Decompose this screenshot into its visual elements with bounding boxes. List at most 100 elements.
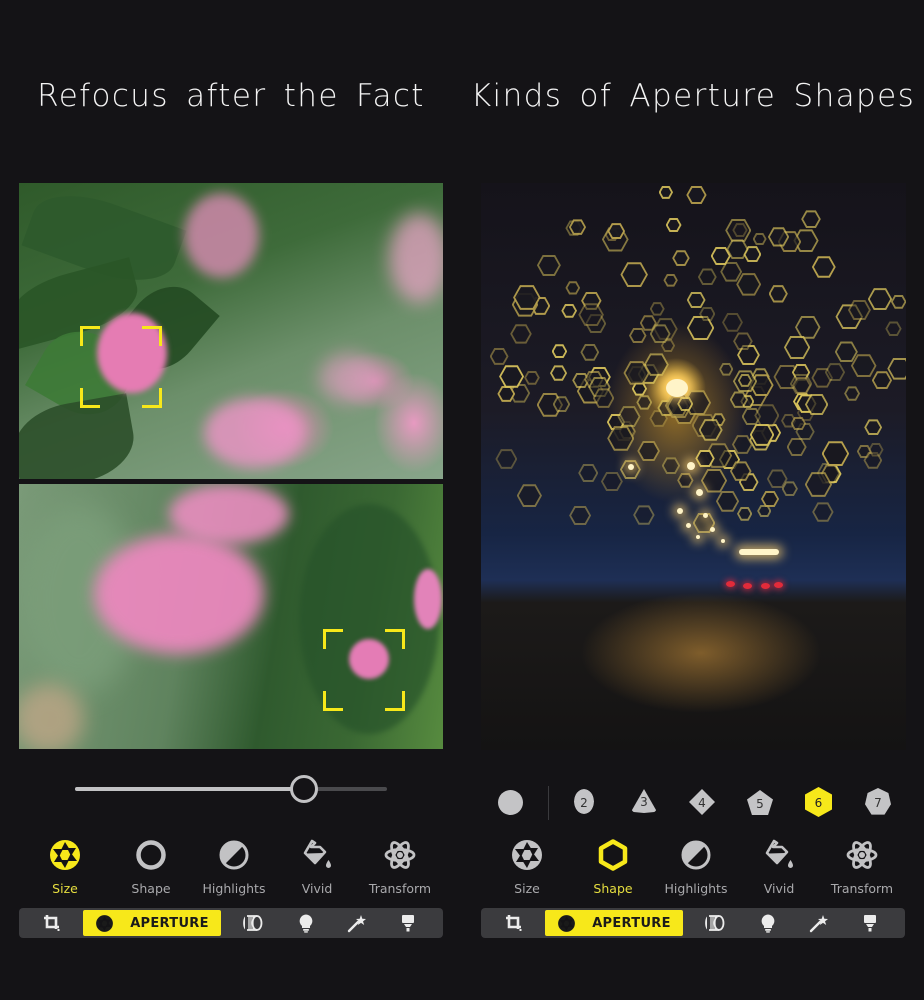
hexagon-bokeh — [600, 471, 623, 492]
lighting-button[interactable] — [753, 908, 783, 938]
hexagon-bokeh — [524, 370, 540, 385]
aperture-tab[interactable]: APERTURE — [83, 910, 221, 936]
shape-option-label: 4 — [698, 796, 706, 810]
taillight — [726, 581, 735, 587]
hexagon-bokeh — [867, 288, 893, 311]
focused-background-photo[interactable] — [19, 484, 443, 749]
tool-label: Highlights — [202, 881, 266, 896]
tool-size[interactable]: Size — [20, 838, 110, 896]
hexagon-bokeh — [736, 273, 762, 296]
tool-label: Highlights — [664, 881, 728, 896]
tool-shape[interactable]: Shape — [568, 838, 658, 896]
tool-highlights[interactable]: Highlights — [651, 838, 741, 896]
tool-transform[interactable]: Transform — [817, 838, 907, 896]
hexagon-bokeh — [850, 354, 877, 378]
pink-flower-cluster — [184, 193, 259, 278]
hexagon-bokeh — [783, 335, 811, 360]
hexagon-bokeh — [549, 365, 568, 381]
blurred-pink-flower — [169, 484, 289, 544]
taillight — [743, 583, 752, 589]
night-road-bokeh-photo[interactable] — [481, 183, 906, 750]
flash-icon — [398, 913, 418, 933]
blurred-pink-flower — [94, 534, 264, 654]
crop-button[interactable] — [37, 908, 67, 938]
hexagon-bokeh — [885, 321, 902, 337]
hexagon-bokeh — [661, 457, 681, 474]
hexagon-bokeh — [580, 343, 600, 361]
aperture-tab[interactable]: APERTURE — [545, 910, 683, 936]
shape-option-4[interactable]: 4 — [689, 789, 715, 815]
flash-button[interactable] — [855, 908, 885, 938]
hexagon-bokeh — [516, 484, 542, 507]
lens-icon — [240, 913, 264, 933]
flash-icon — [860, 913, 880, 933]
slider-thumb[interactable] — [290, 775, 319, 803]
shape-option-3[interactable]: 3 — [631, 789, 657, 813]
bottom-toolbar: APERTURE — [481, 908, 905, 938]
tool-highlights[interactable]: Highlights — [189, 838, 279, 896]
shape-option-7[interactable]: 7 — [865, 788, 891, 815]
hexagon-bokeh — [665, 217, 682, 233]
hexagon-bokeh — [495, 449, 518, 469]
magic-wand-icon — [347, 913, 367, 933]
hexagon-bokeh — [871, 371, 893, 390]
pink-flower — [414, 569, 442, 629]
tool-label: Size — [514, 881, 540, 896]
streetlight — [710, 527, 715, 532]
hexagon-bokeh — [722, 312, 743, 332]
shape-option-label: 5 — [756, 796, 764, 811]
hexagon-bokeh — [736, 506, 753, 521]
aperture-shapes-panel: Kinds of Aperture Shapes 2 3 4 5 6 7 Siz… — [462, 0, 924, 1000]
magic-button[interactable] — [804, 908, 834, 938]
tool-label: Shape — [593, 881, 633, 896]
shape-option-circle[interactable] — [498, 790, 523, 815]
focus-point-brackets[interactable] — [80, 326, 162, 408]
tool-label: Shape — [131, 881, 171, 896]
shape-option-6[interactable]: 6 — [805, 787, 832, 817]
hexagon-bokeh — [658, 185, 674, 199]
lens-button[interactable] — [237, 908, 267, 938]
hexagon-bokeh — [536, 254, 561, 277]
pink-flower-cluster — [204, 398, 304, 468]
hexagon-bokeh — [551, 344, 568, 359]
magic-wand-icon — [809, 913, 829, 933]
lighting-button[interactable] — [291, 908, 321, 938]
flash-button[interactable] — [393, 908, 423, 938]
hexagon-bokeh — [887, 357, 906, 380]
tool-shape[interactable]: Shape — [106, 838, 196, 896]
hexagon-bokeh — [725, 218, 752, 243]
shape-option-5[interactable]: 5 — [747, 790, 773, 815]
shape-option-2[interactable]: 2 — [574, 789, 594, 814]
crop-icon — [504, 913, 524, 933]
streetlight — [677, 508, 683, 514]
adjustment-tools: Size Shape Highlights Vivid Transform — [20, 838, 442, 902]
hexagon-bokeh — [686, 185, 707, 205]
streetlight — [687, 462, 695, 470]
hexagon-bokeh — [565, 281, 581, 295]
focused-foreground-photo[interactable] — [19, 183, 443, 479]
refocus-panel: Refocus after the Fact Size Shape Highli… — [0, 0, 462, 1000]
lens-button[interactable] — [699, 908, 729, 938]
hexagon-bokeh — [752, 232, 767, 246]
shape-option-label: 3 — [640, 795, 648, 809]
focus-point-brackets[interactable] — [323, 629, 405, 711]
paint-bucket-icon — [762, 838, 796, 872]
hexagon-bokeh — [686, 291, 706, 309]
magic-button[interactable] — [342, 908, 372, 938]
hexagon-bokeh — [649, 302, 665, 316]
blur-size-slider[interactable] — [75, 775, 387, 803]
tool-size[interactable]: Size — [482, 838, 572, 896]
crop-button[interactable] — [499, 908, 529, 938]
hexagon-bokeh — [812, 502, 834, 522]
shape-option-label: 2 — [580, 795, 588, 810]
aperture-icon — [510, 838, 544, 872]
tool-transform[interactable]: Transform — [355, 838, 445, 896]
tool-vivid[interactable]: Vivid — [272, 838, 362, 896]
atom-icon — [845, 838, 879, 872]
divider — [548, 786, 549, 820]
shape-option-label: 6 — [814, 796, 823, 810]
highlights-icon — [679, 838, 713, 872]
light-streak — [739, 549, 779, 555]
hexagon-bokeh — [821, 441, 850, 467]
tool-vivid[interactable]: Vivid — [734, 838, 824, 896]
